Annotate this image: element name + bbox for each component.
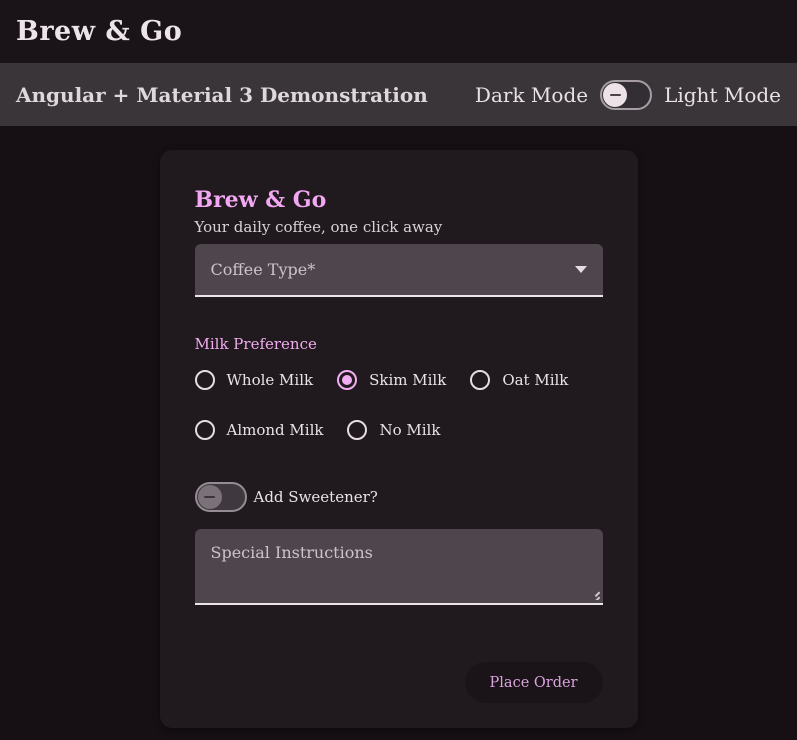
minus-icon bbox=[204, 496, 215, 499]
coffee-type-label: Coffee Type* bbox=[210, 260, 316, 280]
card-subtitle: Your daily coffee, one click away bbox=[194, 218, 443, 237]
resize-handle-icon[interactable] bbox=[587, 587, 600, 600]
light-mode-label: Light Mode bbox=[664, 82, 781, 107]
milk-preference-label: Milk Preference bbox=[194, 335, 317, 354]
radio-icon[interactable] bbox=[194, 420, 215, 441]
radio-icon[interactable] bbox=[347, 420, 368, 441]
theme-switch-group: Dark Mode Light Mode bbox=[474, 79, 781, 110]
sweetener-row: Add Sweetener? bbox=[194, 482, 603, 513]
sweetener-toggle[interactable] bbox=[194, 482, 247, 513]
dark-mode-label: Dark Mode bbox=[474, 82, 589, 107]
app-title: Brew & Go bbox=[16, 16, 183, 47]
sub-toolbar: Angular + Material 3 Demonstration Dark … bbox=[0, 63, 797, 126]
toggle-thumb bbox=[603, 82, 628, 107]
radio-checked-icon[interactable] bbox=[337, 370, 358, 391]
caret-down-icon bbox=[574, 266, 587, 274]
page-content: Brew & Go Your daily coffee, one click a… bbox=[0, 126, 797, 740]
place-order-button[interactable]: Place Order bbox=[464, 662, 603, 704]
radio-almond-milk[interactable]: Almond Milk bbox=[194, 420, 323, 441]
radio-skim-milk[interactable]: Skim Milk bbox=[337, 370, 446, 391]
sweetener-label: Add Sweetener? bbox=[253, 488, 378, 507]
special-instructions-textarea[interactable]: Special Instructions bbox=[194, 529, 603, 606]
order-card: Brew & Go Your daily coffee, one click a… bbox=[159, 150, 638, 729]
coffee-type-select[interactable]: Coffee Type* bbox=[194, 244, 603, 298]
demo-subtitle: Angular + Material 3 Demonstration bbox=[16, 82, 428, 107]
theme-toggle[interactable] bbox=[600, 79, 653, 110]
radio-oat-milk[interactable]: Oat Milk bbox=[470, 370, 568, 391]
milk-radio-group: Whole Milk Skim Milk Oat Milk Almond Mil… bbox=[194, 370, 603, 441]
toggle-thumb bbox=[197, 485, 222, 510]
radio-whole-milk[interactable]: Whole Milk bbox=[194, 370, 313, 391]
special-instructions-label: Special Instructions bbox=[210, 543, 373, 563]
card-actions: Place Order bbox=[195, 662, 603, 704]
app-toolbar: Brew & Go bbox=[0, 0, 797, 63]
minus-icon bbox=[609, 93, 621, 96]
radio-icon[interactable] bbox=[194, 370, 215, 391]
radio-icon[interactable] bbox=[470, 370, 491, 391]
card-title: Brew & Go bbox=[194, 187, 327, 213]
radio-no-milk[interactable]: No Milk bbox=[347, 420, 440, 441]
